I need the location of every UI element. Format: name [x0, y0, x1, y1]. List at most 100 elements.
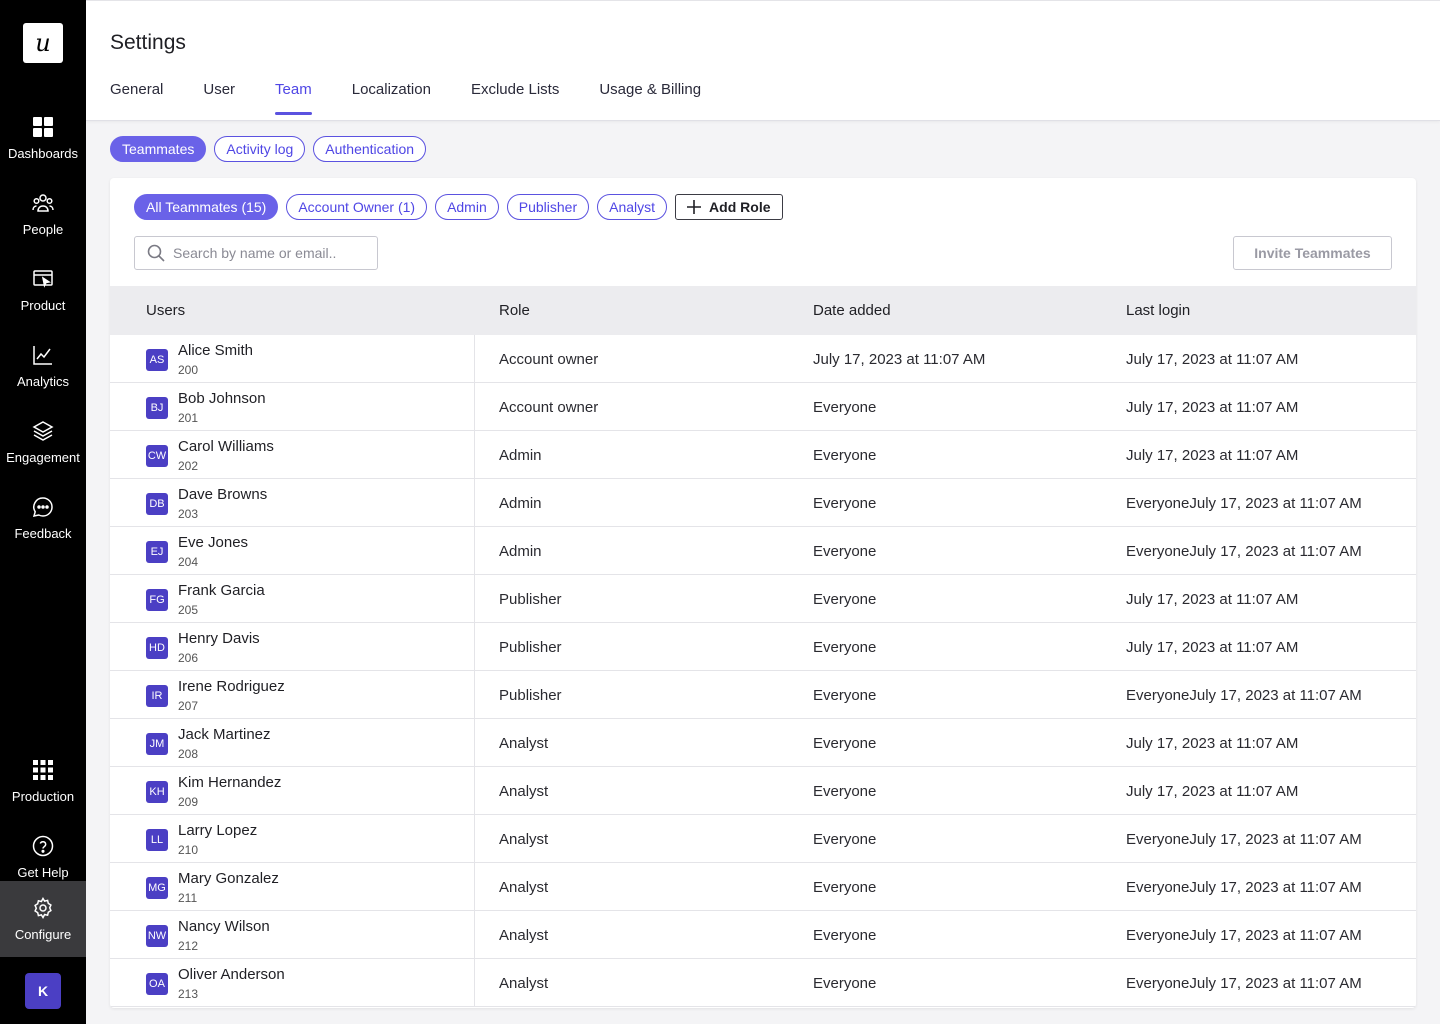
sidebar-item-configure[interactable]: Configure [0, 881, 86, 957]
table-row[interactable]: CW Carol Williams 202 Admin Everyone July 17,… [110, 431, 1416, 479]
subtab-activity-log[interactable]: Activity log [214, 136, 306, 162]
column-divider [474, 767, 475, 814]
sidebar-item-people[interactable]: People [0, 176, 86, 252]
role-cell: Admin [499, 543, 542, 560]
subtab-teammates[interactable]: Teammates [110, 136, 207, 162]
sidebar-item-product[interactable]: Product [0, 252, 86, 328]
sidebar-item-engagement[interactable]: Engagement [0, 404, 86, 480]
date-added-cell: Everyone [813, 927, 877, 944]
tab-general[interactable]: General [110, 81, 163, 115]
table-row[interactable]: DB Dave Browns 203 Admin Everyone EveryoneJul… [110, 479, 1416, 527]
column-divider [474, 719, 475, 766]
column-divider [474, 959, 475, 1006]
sidebar-item-analytics[interactable]: Analytics [0, 328, 86, 404]
table-row[interactable]: EJ Eve Jones 204 Admin Everyone EveryoneJuly … [110, 527, 1416, 575]
user-name[interactable]: Mary Gonzalez [178, 870, 279, 887]
role-filter-all[interactable]: All Teammates (15) [134, 194, 279, 220]
tab-exclude-lists[interactable]: Exclude Lists [471, 81, 559, 115]
role-filter-account-owner[interactable]: Account Owner (1) [286, 194, 428, 220]
table-row[interactable]: LL Larry Lopez 210 Analyst Everyone EveryoneJ… [110, 815, 1416, 863]
last-login-cell: July 17, 2023 at 11:07 AM [1126, 447, 1299, 464]
apps-grid-icon [33, 759, 53, 780]
user-id: 204 [178, 555, 199, 569]
role-cell: Analyst [499, 783, 549, 800]
sidebar-item-label: Dashboards [7, 145, 79, 161]
user-id: 202 [178, 459, 199, 473]
avatar: NW [146, 925, 168, 947]
tab-usage-billing[interactable]: Usage & Billing [599, 81, 701, 115]
table-row[interactable]: JM Jack Martinez 208 Analyst Everyone July 17… [110, 719, 1416, 767]
user-name[interactable]: Eve Jones [178, 534, 248, 551]
tab-localization[interactable]: Localization [352, 81, 431, 115]
avatar: AS [146, 349, 168, 371]
page-title: Settings [110, 31, 186, 54]
avatar: HD [146, 637, 168, 659]
user-avatar[interactable]: K [25, 973, 61, 1009]
table-row[interactable]: FG Frank Garcia 205 Publisher Everyone July 1… [110, 575, 1416, 623]
column-header-last-login[interactable]: Last login [1126, 302, 1190, 319]
avatar: FG [146, 589, 168, 611]
sidebar-item-label: Engagement [6, 449, 80, 465]
chat-bubble-icon [32, 496, 53, 517]
table-row[interactable]: MG Mary Gonzalez 211 Analyst Everyone Everyon… [110, 863, 1416, 911]
gear-icon [34, 896, 52, 919]
user-name[interactable]: Larry Lopez [178, 822, 257, 839]
avatar: LL [146, 829, 168, 851]
user-id: 211 [178, 891, 198, 905]
user-name[interactable]: Bob Johnson [178, 390, 266, 407]
subtab-authentication[interactable]: Authentication [313, 136, 427, 162]
table-row[interactable]: NW Nancy Wilson 212 Analyst Everyone Everyone… [110, 911, 1416, 959]
search-icon [147, 244, 165, 262]
add-role-button[interactable]: Add Role [675, 194, 783, 220]
sidebar-item-feedback[interactable]: Feedback [0, 480, 86, 556]
role-filter-admin[interactable]: Admin [435, 194, 499, 220]
column-header-role[interactable]: Role [499, 302, 530, 319]
add-role-label: Add Role [709, 199, 771, 215]
role-cell: Publisher [499, 639, 562, 656]
table-row[interactable]: HD Henry Davis 206 Publisher Everyone July 17… [110, 623, 1416, 671]
column-header-date-added[interactable]: Date added [813, 302, 891, 319]
table-row[interactable]: OA Oliver Anderson 213 Analyst Everyone Every… [110, 959, 1416, 1007]
user-name[interactable]: Irene Rodriguez [178, 678, 285, 695]
tab-user[interactable]: User [203, 81, 235, 115]
user-id: 207 [178, 699, 199, 713]
role-cell: Publisher [499, 687, 562, 704]
role-cell: Analyst [499, 975, 549, 992]
table-row[interactable]: KH Kim Hernandez 209 Analyst Everyone July 17… [110, 767, 1416, 815]
sidebar-item-label: Analytics [16, 373, 70, 389]
avatar: BJ [146, 397, 168, 419]
date-added-cell: Everyone [813, 687, 877, 704]
last-login-cell: July 17, 2023 at 11:07 AM [1126, 351, 1299, 368]
sidebar-item-production[interactable]: Production [0, 743, 86, 819]
table-row[interactable]: AS Alice Smith 200 Account owner July 17, 20… [110, 335, 1416, 383]
role-filter-analyst[interactable]: Analyst [597, 194, 668, 220]
user-name[interactable]: Alice Smith [178, 342, 253, 359]
table-row[interactable]: IR Irene Rodriguez 207 Publisher Everyone Eve… [110, 671, 1416, 719]
user-name[interactable]: Kim Hernandez [178, 774, 281, 791]
sidebar-item-label: Get Help [17, 864, 69, 880]
user-name[interactable]: Frank Garcia [178, 582, 265, 599]
logo[interactable]: u [23, 23, 63, 63]
user-name[interactable]: Carol Williams [178, 438, 274, 455]
table-body: AS Alice Smith 200 Account owner July 17, 20… [110, 335, 1416, 1007]
date-added-cell: Everyone [813, 639, 877, 656]
last-login-cell: July 17, 2023 at 11:07 AM [1126, 399, 1299, 416]
column-header-users[interactable]: Users [146, 302, 185, 319]
user-name[interactable]: Jack Martinez [178, 726, 271, 743]
user-name[interactable]: Oliver Anderson [178, 966, 285, 983]
column-divider [474, 431, 475, 478]
tab-team[interactable]: Team [275, 81, 312, 115]
date-added-cell: Everyone [813, 447, 877, 464]
table-row[interactable]: BJ Bob Johnson 201 Account owner Everyone Jul… [110, 383, 1416, 431]
search-input[interactable] [173, 245, 373, 261]
user-name[interactable]: Nancy Wilson [178, 918, 270, 935]
last-login-cell: July 17, 2023 at 11:07 AM [1126, 735, 1299, 752]
date-added-cell: Everyone [813, 735, 877, 752]
user-name[interactable]: Dave Browns [178, 486, 267, 503]
role-filter-publisher[interactable]: Publisher [506, 194, 590, 220]
invite-teammates-button[interactable]: Invite Teammates [1233, 236, 1392, 270]
avatar: JM [146, 733, 168, 755]
user-name[interactable]: Henry Davis [178, 630, 260, 647]
sidebar-item-dashboards[interactable]: Dashboards [0, 100, 86, 176]
date-added-cell: Everyone [813, 543, 877, 560]
